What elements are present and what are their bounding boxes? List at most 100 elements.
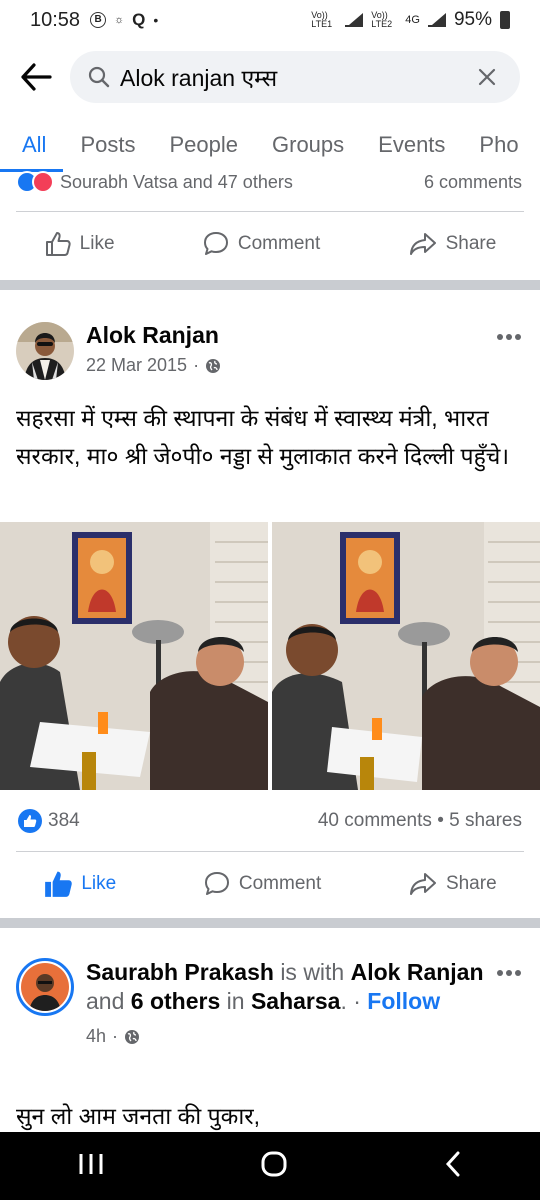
next-post-text: सुन लो आम जनता की पुकार,: [16, 1103, 261, 1129]
more-icon: [497, 334, 521, 340]
share-label: Share: [445, 873, 497, 894]
profile-photo: [21, 963, 69, 1011]
back-button[interactable]: [8, 49, 64, 105]
filter-tabs: All Posts People Groups Events Pho: [0, 118, 540, 172]
recents-icon: [79, 1153, 103, 1174]
search-icon: [88, 66, 110, 88]
story-avatar[interactable]: [16, 958, 74, 1016]
globe-icon: [206, 358, 221, 373]
back-nav-button[interactable]: [444, 1151, 462, 1182]
network-type: 4G: [405, 14, 420, 26]
clock: 10:58: [30, 8, 81, 31]
tab-posts[interactable]: Posts: [63, 118, 152, 172]
post-photo-2[interactable]: [272, 522, 540, 790]
comment-count[interactable]: 6 comments: [424, 172, 522, 193]
like-label: Like: [79, 233, 115, 254]
search-notification-icon: Q: [132, 10, 146, 29]
comment-label: Comment: [237, 233, 321, 254]
photo-image: [0, 522, 268, 790]
share-icon: [409, 873, 436, 895]
more-icon: [497, 970, 521, 976]
next-post-author[interactable]: Saurabh Prakash: [86, 959, 274, 985]
avatar[interactable]: [16, 322, 74, 380]
clear-search-button[interactable]: [472, 62, 502, 92]
home-button[interactable]: [260, 1150, 288, 1183]
thumbs-up-icon: [24, 815, 37, 827]
post-photo-1[interactable]: [0, 522, 268, 790]
location[interactable]: Saharsa: [251, 988, 341, 1014]
search-input[interactable]: Alok ranjan एम्स: [120, 61, 472, 93]
next-post-title: Saurabh Prakash is with Alok Ranjan and …: [86, 959, 484, 1014]
share-icon: [409, 233, 436, 255]
b-circle-icon: B: [90, 12, 107, 28]
battery-icon: [500, 11, 510, 29]
more-options-button[interactable]: [494, 322, 524, 352]
app-icon: ☼: [114, 14, 125, 26]
reaction-summary[interactable]: Sourabh Vatsa and 47 others: [60, 172, 293, 193]
share-count[interactable]: 5 shares: [449, 810, 522, 831]
battery-percent: 95%: [453, 9, 492, 30]
reaction-icons: [16, 171, 54, 193]
divider: [16, 211, 524, 212]
post-meta: 22 Mar 2015 ·: [86, 355, 494, 376]
meta-separator: ·: [193, 355, 200, 375]
post-actions: Like Comment Share: [0, 855, 540, 913]
tagged-others[interactable]: 6 others: [131, 988, 220, 1014]
like-icon: [45, 232, 71, 256]
follow-link[interactable]: Follow: [367, 988, 440, 1014]
post-text: सहरसा में एम्स की स्थापना के संबंध में स…: [16, 405, 510, 469]
feed-separator: [0, 918, 540, 928]
system-nav-bar: [0, 1132, 540, 1200]
next-post-header: Saurabh Prakash is with Alok Ranjan and …: [0, 958, 540, 1051]
divider: [16, 851, 524, 852]
prev-post-reactions: Sourabh Vatsa and 47 others 6 comments: [0, 170, 540, 194]
share-label: Share: [445, 233, 497, 254]
tab-events[interactable]: Events: [361, 118, 462, 172]
signal-1-icon: [345, 13, 364, 27]
post-time[interactable]: 4h: [86, 1022, 106, 1051]
comment-share-counts: 40 comments • 5 shares: [317, 810, 522, 831]
more-options-button[interactable]: [494, 958, 524, 988]
like-button[interactable]: Like: [43, 869, 116, 899]
home-icon: [261, 1151, 287, 1176]
share-button[interactable]: Share: [408, 230, 497, 258]
next-post-meta: 4h ·: [86, 1022, 494, 1051]
post-author[interactable]: Alok Ranjan: [86, 322, 494, 349]
photo-grid: [0, 522, 540, 790]
search-bar[interactable]: Alok ranjan एम्स: [70, 51, 520, 103]
recents-button[interactable]: [78, 1152, 104, 1181]
search-header: Alok ranjan एम्स: [0, 48, 540, 106]
prev-post-actions: Like Comment Share: [0, 215, 540, 273]
comment-button[interactable]: Comment: [203, 870, 321, 898]
like-button[interactable]: Like: [44, 230, 115, 258]
tab-groups[interactable]: Groups: [255, 118, 361, 172]
comment-count[interactable]: 40 comments: [318, 810, 432, 831]
like-reaction-icon: [18, 809, 42, 833]
signal-2-icon: [427, 13, 446, 27]
comment-icon: [204, 872, 229, 895]
tab-people[interactable]: People: [152, 118, 255, 172]
globe-icon: [125, 1029, 140, 1044]
like-count[interactable]: 384: [48, 810, 80, 832]
like-filled-icon: [45, 871, 73, 897]
tab-photos[interactable]: Pho: [462, 118, 535, 172]
post-stats: 384 40 comments • 5 shares: [0, 806, 540, 836]
lte1-label: Vo)) LTE1: [311, 10, 333, 29]
status-right: Vo)) LTE1 Vo)) LTE2 4G 95%: [311, 9, 510, 31]
notification-icons: B ☼ Q •: [90, 10, 158, 30]
photo-image: [272, 522, 540, 790]
dot-icon: •: [153, 12, 159, 28]
back-chevron-icon: [445, 1151, 460, 1176]
close-icon: [478, 68, 496, 86]
profile-photo: [16, 322, 74, 380]
comment-button[interactable]: Comment: [202, 230, 320, 258]
comment-icon: [203, 232, 228, 255]
tagged-person[interactable]: Alok Ranjan: [351, 959, 484, 985]
tab-all[interactable]: All: [0, 118, 64, 172]
back-arrow-icon: [21, 63, 52, 91]
love-reaction-icon: [32, 171, 54, 193]
share-button[interactable]: Share: [408, 870, 497, 898]
feed-separator: [0, 280, 540, 290]
post-date[interactable]: 22 Mar 2015: [86, 355, 187, 376]
post-header: Alok Ranjan 22 Mar 2015 ·: [0, 322, 540, 380]
